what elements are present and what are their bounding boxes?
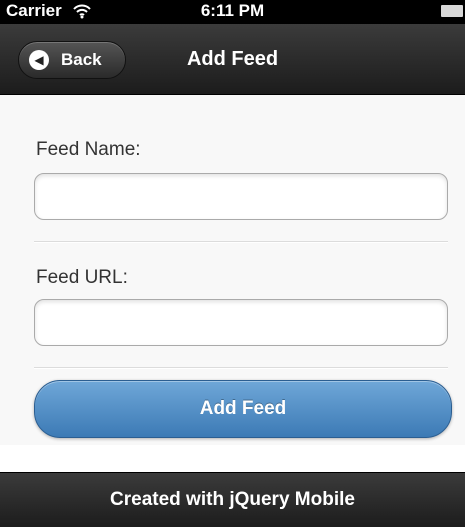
add-feed-button[interactable]: Add Feed — [34, 380, 452, 438]
status-bar: Carrier 6:11 PM — [0, 0, 465, 24]
app-frame: Carrier 6:11 PM ◀ Back Add Feed Feed Nam… — [0, 0, 465, 527]
form-content: Feed Name: Feed URL: Add Feed — [0, 95, 465, 445]
battery-icon — [441, 5, 463, 17]
footer-text: Created with jQuery Mobile — [110, 489, 355, 510]
footer-bar: Created with jQuery Mobile — [0, 472, 465, 527]
divider — [34, 367, 448, 369]
header-bar: ◀ Back Add Feed — [0, 24, 465, 95]
feed-url-label: Feed URL: — [36, 267, 128, 288]
feed-name-input[interactable] — [34, 173, 448, 220]
status-time: 6:11 PM — [200, 1, 265, 20]
feed-name-label: Feed Name: — [36, 139, 141, 160]
feed-url-input[interactable] — [34, 299, 448, 346]
page-title: Add Feed — [186, 48, 279, 70]
divider — [34, 241, 448, 243]
